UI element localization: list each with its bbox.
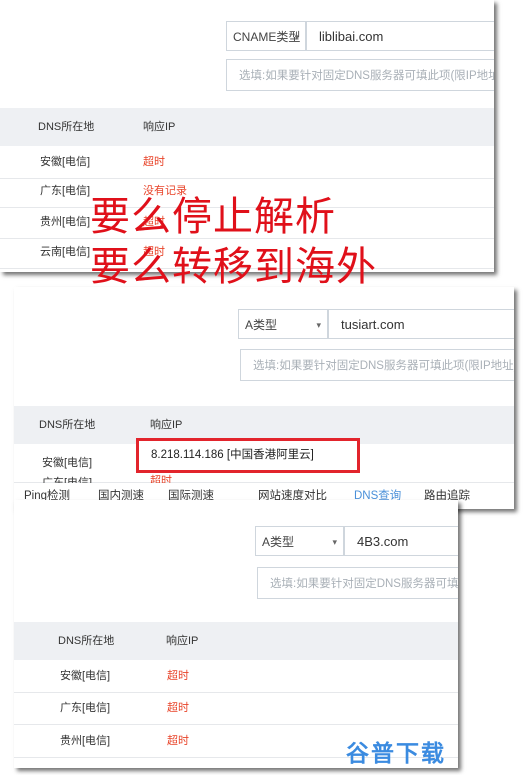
row-location: 安徽[电信] <box>60 670 111 682</box>
dns-server-ip-input[interactable]: 选填:如果要针对固定DNS服务器可填此项(限IP地址) <box>240 349 514 381</box>
watermark-logo: 谷普下载 <box>346 741 446 767</box>
column-header-response-ip: 响应IP <box>166 635 199 647</box>
table-row: 广东[电信] 超时 <box>14 692 458 725</box>
record-type-select[interactable]: CNAME类型 ▾ <box>226 21 306 51</box>
row-location: 广东[电信] <box>40 185 91 197</box>
screenshot-collage: CNAME类型 ▾ liblibai.com 选填:如果要针对固定DNS服务器可… <box>0 0 524 775</box>
record-type-select[interactable]: A类型 ▾ <box>255 526 344 556</box>
dns-query-panel-a-record: A类型 ▾ tusiart.com 选填:如果要针对固定DNS服务器可填此项(限… <box>14 287 514 509</box>
column-header-response-ip: 响应IP <box>143 121 176 133</box>
column-header-dns-location: DNS所在地 <box>39 419 96 431</box>
response-ip-highlight: 8.218.114.186 [中国香港阿里云] <box>136 438 360 473</box>
chevron-down-icon: ▾ <box>294 32 299 42</box>
row-location: 广东[电信] <box>60 702 111 714</box>
results-table-header: DNS所在地 响应IP <box>0 108 494 146</box>
chevron-down-icon: ▾ <box>316 320 321 330</box>
overlay-caption-line-1: 要么停止解析 <box>90 194 336 240</box>
dns-query-panel-a-record-2: A类型 ▾ 4B3.com 选填:如果要针对固定DNS服务器可填此项(限IP地址… <box>14 500 458 768</box>
domain-input[interactable]: 4B3.com <box>344 526 458 556</box>
row-location: 贵州[电信] <box>60 735 111 747</box>
domain-input[interactable]: liblibai.com <box>306 21 494 51</box>
record-type-label: A类型 <box>245 318 278 332</box>
dns-server-ip-input[interactable]: 选填:如果要针对固定DNS服务器可填此项(限IP地址) <box>257 567 458 599</box>
column-header-dns-location: DNS所在地 <box>38 121 95 133</box>
row-status: 超时 <box>167 735 189 747</box>
row-status: 超时 <box>143 156 165 168</box>
column-header-dns-location: DNS所在地 <box>58 635 115 647</box>
results-table-header: DNS所在地 响应IP <box>14 622 458 660</box>
overlay-caption-line-2: 要么转移到海外 <box>90 244 377 290</box>
table-row: 安徽[电信] 超时 <box>14 660 458 693</box>
row-status: 超时 <box>167 702 189 714</box>
record-type-label: A类型 <box>262 535 295 549</box>
row-location: 安徽[电信] <box>40 156 91 168</box>
domain-input[interactable]: tusiart.com <box>328 309 514 339</box>
record-type-label: CNAME类型 <box>233 30 301 44</box>
row-location: 贵州[电信] <box>40 216 91 228</box>
dns-server-ip-input[interactable]: 选填:如果要针对固定DNS服务器可填此项(限IP地址) <box>226 59 494 91</box>
row-location: 云南[电信] <box>40 246 91 258</box>
row-status: 超时 <box>167 670 189 682</box>
record-type-select[interactable]: A类型 ▾ <box>238 309 328 339</box>
chevron-down-icon: ▾ <box>332 537 337 547</box>
